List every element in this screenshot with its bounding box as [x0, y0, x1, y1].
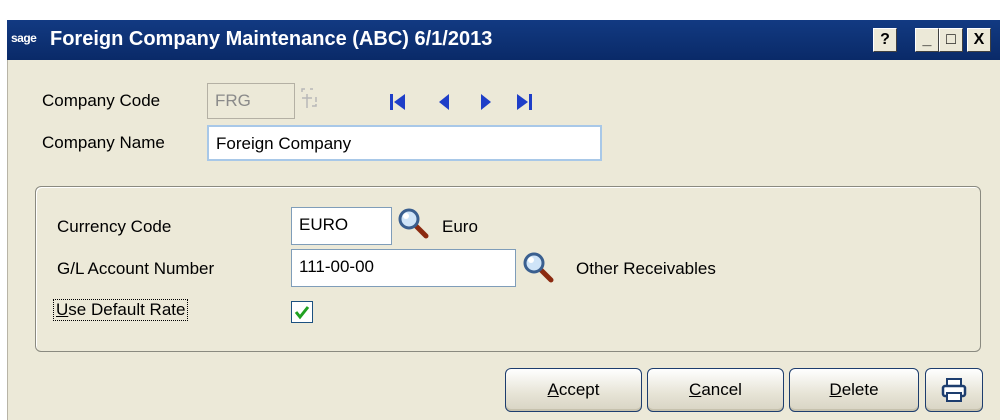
minimize-button[interactable]: _	[915, 28, 939, 52]
company-code-label: Company Code	[42, 91, 161, 110]
navigate-first-icon[interactable]	[388, 92, 408, 117]
gl-account-description: Other Receivables	[576, 259, 716, 278]
currency-lookup-icon[interactable]	[397, 207, 431, 246]
navigate-last-icon[interactable]	[514, 92, 534, 117]
help-button[interactable]: ?	[873, 28, 897, 52]
company-name-field[interactable]: Foreign Company	[207, 125, 602, 161]
close-button[interactable]: X	[967, 28, 991, 52]
sage-logo-icon: sage	[11, 31, 37, 45]
window-title: Foreign Company Maintenance (ABC) 6/1/20…	[50, 28, 493, 50]
delete-button[interactable]: Delete	[789, 368, 919, 412]
accept-button[interactable]: Accept	[505, 368, 642, 412]
gl-account-field[interactable]: 111-00-00	[291, 249, 516, 287]
cancel-button[interactable]: Cancel	[647, 368, 784, 412]
use-default-rate-checkbox[interactable]	[291, 301, 313, 323]
company-name-label: Company Name	[42, 133, 165, 152]
use-default-rate-label[interactable]: Use Default Rate	[52, 299, 189, 321]
gl-account-lookup-icon[interactable]	[522, 251, 556, 290]
print-icon	[941, 378, 967, 402]
gl-account-label: G/L Account Number	[57, 259, 215, 278]
currency-code-field[interactable]: EURO	[291, 207, 392, 245]
title-bar[interactable]: sage Foreign Company Maintenance (ABC) 6…	[7, 20, 1000, 60]
maximize-button[interactable]: □	[939, 28, 963, 52]
checkmark-icon	[294, 306, 310, 320]
navigate-next-icon[interactable]	[478, 92, 494, 117]
navigate-previous-icon[interactable]	[436, 92, 452, 117]
currency-description: Euro	[442, 217, 478, 236]
print-button[interactable]	[925, 368, 983, 412]
lookup-disabled-icon	[298, 86, 338, 114]
currency-code-label: Currency Code	[57, 217, 172, 236]
company-code-field[interactable]: FRG	[207, 83, 295, 119]
